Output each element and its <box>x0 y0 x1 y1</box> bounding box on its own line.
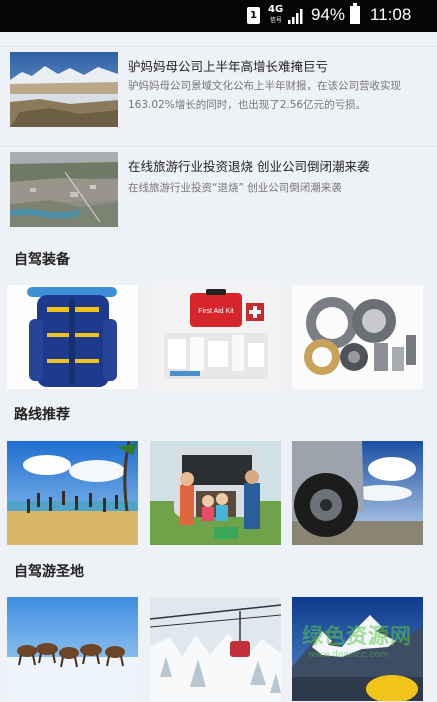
first-aid-label: First Aid Kit <box>198 308 233 315</box>
network-type: 4G <box>268 4 284 15</box>
watermark-sub: www.downcc.com <box>308 650 389 660</box>
family-car-trunk-photo-icon <box>150 441 281 545</box>
destination-tile[interactable] <box>7 597 138 701</box>
news-description: 在线旅游行业投资“退烧” 创业公司倒闭潮来袭 <box>128 182 342 194</box>
news-item[interactable]: 在线旅游行业投资退烧 创业公司倒闭潮来袭 在线旅游行业投资“退烧” 创业公司倒闭… <box>0 146 437 234</box>
news-title: 在线旅游行业投资退烧 创业公司倒闭潮来袭 <box>128 159 370 174</box>
watermark-text: 绿色资源网 <box>302 624 412 648</box>
main-content: 驴妈妈母公司上半年高增长难掩巨亏 驴妈妈母公司景域文化公布上半年财报，在该公司营… <box>0 32 437 702</box>
gear-tile[interactable] <box>292 285 423 389</box>
network-sub-label: 信号 <box>270 17 283 24</box>
section-title: 路线推荐 <box>14 407 70 423</box>
clock: 11:08 <box>370 5 412 24</box>
city-aerial-photo-icon <box>10 152 118 227</box>
route-tile[interactable] <box>7 441 138 545</box>
car-bearings-photo-icon <box>292 285 423 389</box>
route-tile[interactable] <box>292 441 423 545</box>
news-description: 驴妈妈母公司景域文化公布上半年财报，在该公司营收实现163.02%增长的同时，也… <box>128 80 401 111</box>
sim-icon: 1 <box>247 7 260 24</box>
destination-tile[interactable] <box>150 597 281 701</box>
wild-horses-snow-photo-icon <box>7 597 138 701</box>
beach-jumping-group-photo-icon <box>7 441 138 545</box>
hiking-backpack-photo-icon <box>7 285 138 389</box>
route-tile[interactable] <box>150 441 281 545</box>
news-title: 驴妈妈母公司上半年高增长难掩巨亏 <box>128 59 329 74</box>
gear-tile[interactable] <box>7 285 138 389</box>
news-item[interactable]: 驴妈妈母公司上半年高增长难掩巨亏 驴妈妈母公司景域文化公布上半年财报，在该公司营… <box>0 46 437 134</box>
gear-tile[interactable]: First Aid Kit <box>150 285 281 389</box>
first-aid-kit-photo-icon: First Aid Kit <box>150 285 281 389</box>
offroad-tire-photo-icon <box>292 441 423 545</box>
status-bar: 1 4G 信号 94% 11:08 <box>0 0 437 32</box>
battery-icon <box>350 3 360 24</box>
section-title: 自驾游圣地 <box>14 564 84 580</box>
mountain-lake-photo-icon <box>10 52 118 127</box>
section-title: 自驾装备 <box>14 252 70 268</box>
signal-icon <box>288 9 303 24</box>
battery-percent: 94% <box>311 5 346 24</box>
snowy-cable-car-photo-icon <box>150 597 281 701</box>
